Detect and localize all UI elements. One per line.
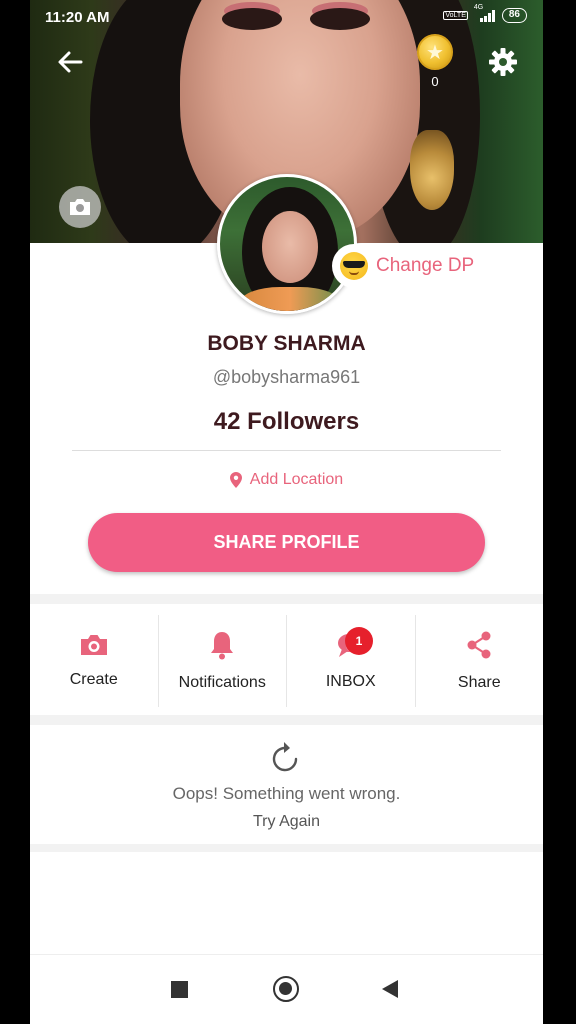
inbox-button[interactable]: 1 INBOX [287, 615, 416, 707]
share-icon [467, 631, 491, 659]
inbox-badge: 1 [345, 627, 373, 655]
camera-icon [70, 199, 90, 215]
change-cover-camera-button[interactable] [59, 186, 101, 228]
followers-count[interactable]: 42 Followers [30, 408, 543, 436]
volte-icon: VoLTE [443, 11, 468, 20]
status-bar: 11:20 AM VoLTE 4G 86 [30, 0, 543, 34]
section-separator [30, 594, 543, 604]
divider [72, 450, 501, 451]
system-navigation-bar [30, 954, 543, 1024]
status-icons: VoLTE 4G 86 [443, 4, 527, 23]
add-location-link[interactable]: Add Location [30, 471, 543, 489]
coin-icon[interactable]: ★ [417, 34, 453, 70]
error-message: Oops! Something went wrong. [172, 784, 401, 803]
error-panel: Oops! Something went wrong. Try Again [30, 726, 543, 844]
profile-name: BOBY SHARMA [207, 332, 366, 355]
home-icon[interactable] [273, 976, 299, 1002]
change-dp-button[interactable]: Change DP [332, 244, 489, 288]
status-time: 11:20 AM [45, 9, 110, 26]
share-profile-button[interactable]: SHARE PROFILE [88, 513, 485, 572]
create-button[interactable]: Create [30, 615, 159, 707]
section-separator [30, 715, 543, 725]
back-triangle-icon[interactable] [382, 980, 398, 998]
battery-icon: 86 [501, 8, 527, 23]
change-dp-label: Change DP [376, 255, 475, 276]
try-again-button[interactable]: Try Again [30, 813, 543, 831]
refresh-icon[interactable] [270, 740, 302, 774]
back-arrow-icon[interactable] [54, 46, 86, 78]
camera-icon [80, 635, 107, 655]
profile-screen: 11:20 AM VoLTE 4G 86 ★ 0 Change DP BOBY … [30, 0, 543, 1024]
profile-handle: @bobysharma961 [212, 367, 361, 387]
sunglasses-emoji-icon [340, 252, 368, 280]
cover-earring [410, 130, 454, 210]
network-type: 4G [473, 3, 484, 11]
coin-count: 0 [431, 74, 439, 89]
bell-icon [211, 632, 234, 660]
signal-icon: 4G [474, 4, 496, 22]
share-button[interactable]: Share [416, 615, 544, 707]
profile-avatar[interactable] [217, 174, 357, 314]
settings-gear-icon[interactable] [487, 46, 519, 78]
action-row: Create Notifications 1 INBOX Share [30, 607, 543, 715]
share-label: Share [457, 674, 501, 691]
create-label: Create [69, 671, 118, 688]
add-location-label: Add Location [249, 471, 344, 488]
recent-apps-icon[interactable] [171, 981, 188, 998]
avatar-face [262, 211, 318, 283]
section-separator [30, 844, 543, 852]
avatar-dress [240, 287, 340, 311]
location-pin-icon [229, 472, 242, 488]
notifications-label: Notifications [178, 674, 266, 691]
inbox-label: INBOX [325, 673, 376, 690]
notifications-button[interactable]: Notifications [159, 615, 287, 707]
